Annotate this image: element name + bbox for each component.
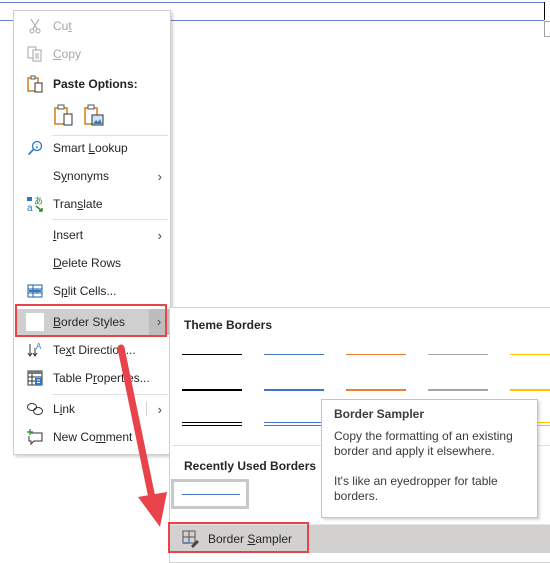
annotation-arrow (117, 344, 167, 527)
arrow-shaft (117, 344, 156, 502)
arrow-head (138, 492, 167, 527)
